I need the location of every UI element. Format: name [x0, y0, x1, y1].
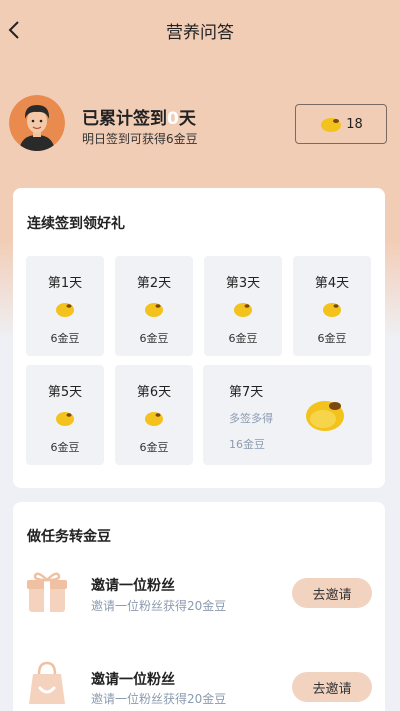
day-cell-2[interactable]: 第2天 6金豆 — [115, 256, 193, 356]
large-gold-bean-icon — [306, 401, 344, 431]
gold-bean-icon — [323, 303, 341, 317]
checkin-title: 连续签到领好礼 — [27, 216, 125, 232]
tasks-title: 做任务转金豆 — [27, 529, 111, 545]
nav-bar: 营养问答 — [0, 0, 400, 60]
task-name: 邀请一位粉丝 — [91, 578, 175, 594]
page-title: 营养问答 — [166, 23, 234, 43]
day-cell-7[interactable]: 第7天 多签多得 16金豆 — [203, 365, 372, 465]
checkin-card: 连续签到领好礼 第1天 6金豆 第2天 6金豆 第3天 6金豆 第4天 6金豆 … — [13, 188, 385, 488]
day-cell-5[interactable]: 第5天 6金豆 — [26, 365, 104, 465]
gold-bean-icon — [145, 303, 163, 317]
task-desc: 邀请一位粉丝获得20金豆 — [91, 599, 227, 613]
invite-button[interactable]: 去邀请 — [292, 578, 372, 608]
day7-note: 多签多得 — [229, 412, 273, 425]
tasks-card: 做任务转金豆 邀请一位粉丝 邀请一位粉丝获得20金豆 去邀请 邀请一位粉丝 邀请… — [13, 502, 385, 711]
sign-in-count: 已累计签到0天 — [82, 109, 196, 129]
bean-count: 18 — [346, 116, 363, 132]
gold-bean-icon — [145, 412, 163, 426]
task-desc: 邀请一位粉丝获得20金豆 — [91, 692, 227, 706]
day-cell-4[interactable]: 第4天 6金豆 — [293, 256, 371, 356]
gold-bean-icon — [321, 118, 342, 132]
invite-button[interactable]: 去邀请 — [292, 672, 372, 702]
sign-in-tip: 明日签到可获得6金豆 — [82, 132, 198, 146]
gold-bean-icon — [56, 303, 74, 317]
gift-icon — [27, 572, 67, 612]
day7-reward: 16金豆 — [229, 438, 265, 451]
bean-balance[interactable]: 18 — [295, 104, 387, 144]
avatar — [9, 95, 65, 151]
shopping-bag-icon — [29, 661, 65, 704]
task-name: 邀请一位粉丝 — [91, 672, 175, 688]
day-cell-6[interactable]: 第6天 6金豆 — [115, 365, 193, 465]
day-cell-3[interactable]: 第3天 6金豆 — [204, 256, 282, 356]
gold-bean-icon — [56, 412, 74, 426]
day-cell-1[interactable]: 第1天 6金豆 — [26, 256, 104, 356]
gold-bean-icon — [234, 303, 252, 317]
